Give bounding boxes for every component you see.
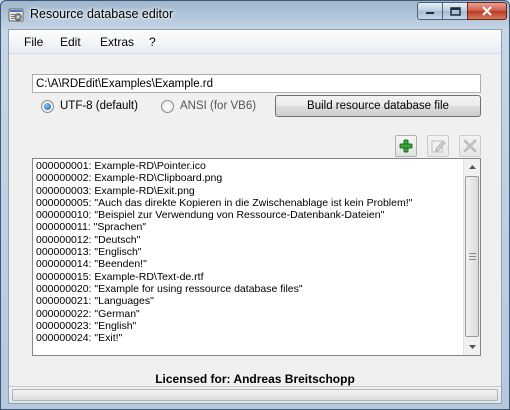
edit-entry-button[interactable] xyxy=(427,135,449,157)
list-item[interactable]: 000000021: "Languages" xyxy=(36,295,461,307)
list-item[interactable]: 000000013: "Englisch" xyxy=(36,246,461,258)
close-icon xyxy=(482,6,492,16)
app-window: Resource database editor File Edit Extra… xyxy=(0,0,510,410)
list-item[interactable]: 000000023: "English" xyxy=(36,320,461,332)
list-item[interactable]: 000000001: Example-RD\Pointer.ico xyxy=(36,160,461,172)
list-item[interactable]: 000000011: "Sprachen" xyxy=(36,221,461,233)
scroll-up-button[interactable] xyxy=(464,159,480,175)
chevron-down-icon xyxy=(468,345,476,349)
list-item[interactable]: 000000015: Example-RD\Text-de.rtf xyxy=(36,271,461,283)
app-gear-icon xyxy=(8,7,24,23)
window-title: Resource database editor xyxy=(30,7,174,21)
add-entry-button[interactable] xyxy=(395,135,417,157)
scroll-down-button[interactable] xyxy=(464,339,480,355)
ansi-radio[interactable] xyxy=(161,99,174,113)
list-item[interactable]: 000000012: "Deutsch" xyxy=(36,234,461,246)
maximize-icon xyxy=(449,6,461,16)
menu-extras[interactable]: Extras xyxy=(100,35,134,49)
list-item[interactable]: 000000022: "German" xyxy=(36,308,461,320)
resource-entry-list[interactable]: 000000001: Example-RD\Pointer.ico 0000000… xyxy=(32,158,481,356)
list-item[interactable]: 000000020: "Example for using ressource … xyxy=(36,283,461,295)
chevron-up-icon xyxy=(468,165,476,169)
license-label: Licensed for: Andreas Breitschopp xyxy=(155,372,355,386)
minimize-icon xyxy=(426,12,434,14)
menu-edit[interactable]: Edit xyxy=(60,35,81,49)
ansi-radio-label: ANSI (for VB6) xyxy=(180,100,257,112)
list-item[interactable]: 000000002: Example-RD\Clipboard.png xyxy=(36,172,461,184)
status-bar xyxy=(9,386,501,403)
list-item[interactable]: 000000010: "Beispiel zur Verwendung von … xyxy=(36,209,461,221)
list-content: 000000001: Example-RD\Pointer.ico 0000000… xyxy=(36,160,461,344)
title-bar[interactable]: Resource database editor xyxy=(1,1,509,29)
list-item[interactable]: 000000024: "Exit!" xyxy=(36,332,461,344)
minimize-button[interactable] xyxy=(417,2,443,20)
add-plus-icon xyxy=(399,139,413,153)
client-area: File Edit Extras ? UTF-8 (default) ANSI … xyxy=(8,29,502,404)
list-item[interactable]: 000000005: "Auch das direkte Kopieren in… xyxy=(36,197,461,209)
utf8-radio[interactable] xyxy=(41,99,54,113)
menu-bar: File Edit Extras ? xyxy=(9,30,501,54)
delete-x-icon xyxy=(463,139,477,153)
list-item[interactable]: 000000003: Example-RD\Exit.png xyxy=(36,185,461,197)
utf8-radio-label: UTF-8 (default) xyxy=(60,100,138,112)
vertical-scrollbar[interactable] xyxy=(463,159,480,355)
ansi-radio-option[interactable]: ANSI (for VB6) xyxy=(161,98,256,114)
progress-bar xyxy=(12,389,498,401)
build-database-button[interactable]: Build resource database file xyxy=(275,95,481,117)
maximize-button[interactable] xyxy=(442,2,468,20)
scrollbar-thumb[interactable] xyxy=(465,176,479,337)
utf8-radio-option[interactable]: UTF-8 (default) xyxy=(41,98,138,114)
edit-icon xyxy=(431,140,446,153)
list-item[interactable]: 000000014: "Beenden!" xyxy=(36,258,461,270)
close-button[interactable] xyxy=(467,2,507,20)
delete-entry-button[interactable] xyxy=(459,135,481,157)
file-path-input[interactable] xyxy=(32,74,481,93)
menu-help[interactable]: ? xyxy=(149,35,156,49)
menu-file[interactable]: File xyxy=(24,35,43,49)
